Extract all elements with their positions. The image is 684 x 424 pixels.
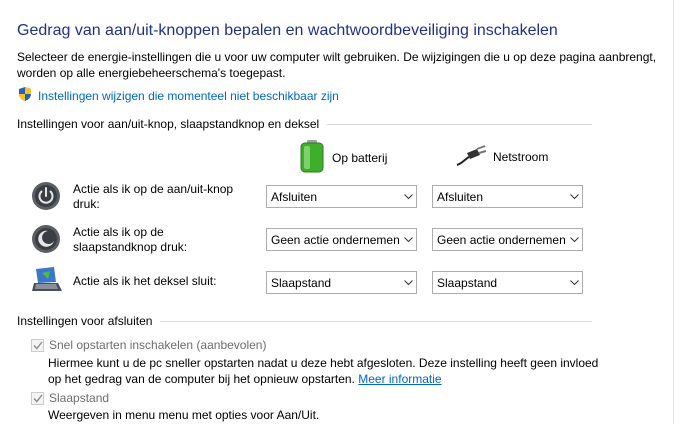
admin-settings-label: Instellingen wijzigen die momenteel niet… bbox=[38, 88, 339, 103]
sleep-label: Slaapstand bbox=[49, 391, 110, 405]
fast-startup-checkbox[interactable]: Snel opstarten inschakelen (aanbevolen) bbox=[31, 338, 266, 352]
admin-settings-link[interactable]: Instellingen wijzigen die momenteel niet… bbox=[17, 86, 339, 105]
column-battery: Op batterij bbox=[298, 139, 387, 176]
sleep-button-icon bbox=[30, 223, 62, 255]
section-divider bbox=[327, 123, 592, 125]
fast-startup-desc-line2: op het gedrag van de computer bij het op… bbox=[48, 371, 598, 387]
column-plugged: Netstroom bbox=[455, 143, 548, 170]
battery-icon bbox=[298, 139, 326, 176]
section-buttons: Instellingen voor aan/uit-knop, slaapsta… bbox=[17, 117, 592, 131]
section-divider bbox=[160, 320, 592, 322]
uac-shield-icon bbox=[17, 86, 33, 105]
fast-startup-desc-text: op het gedrag van de computer bij het op… bbox=[48, 372, 355, 386]
sleep-description: Weergeven in menu menu met opties voor A… bbox=[48, 408, 320, 422]
sleep-button-label: Actie als ik op de slaapstandknop druk: bbox=[73, 225, 188, 254]
power-button-icon bbox=[30, 180, 62, 212]
select-value: Geen actie ondernemen bbox=[271, 232, 400, 247]
chevron-down-icon bbox=[566, 236, 582, 243]
chevron-down-icon bbox=[400, 279, 416, 286]
power-button-label: Actie als ik op de aan/uit-knop druk: bbox=[73, 182, 234, 211]
checkmark-icon bbox=[32, 341, 43, 350]
select-value: Afsluiten bbox=[271, 189, 318, 204]
sleep-checkbox[interactable]: Slaapstand bbox=[31, 391, 109, 405]
select-value: Afsluiten bbox=[437, 189, 484, 204]
select-value: Slaapstand bbox=[271, 275, 332, 290]
intro-text: Selecteer de energie-instellingen die u … bbox=[17, 50, 657, 80]
power-plug-icon bbox=[455, 143, 487, 170]
chevron-down-icon bbox=[566, 279, 582, 286]
chevron-down-icon bbox=[400, 193, 416, 200]
lid-close-label: Actie als ik het deksel sluit: bbox=[73, 274, 217, 288]
column-plugged-label: Netstroom bbox=[493, 149, 549, 164]
chevron-down-icon bbox=[400, 236, 416, 243]
checkbox-box bbox=[31, 391, 44, 405]
more-info-link[interactable]: Meer informatie bbox=[358, 372, 441, 386]
column-battery-label: Op batterij bbox=[332, 150, 388, 165]
lid-close-battery-select[interactable]: Slaapstand bbox=[266, 271, 417, 294]
checkbox-box bbox=[31, 338, 44, 352]
power-button-plugged-select[interactable]: Afsluiten bbox=[432, 185, 583, 208]
select-value: Slaapstand bbox=[437, 275, 498, 290]
sleep-button-battery-select[interactable]: Geen actie ondernemen bbox=[266, 228, 417, 251]
section-shutdown: Instellingen voor afsluiten bbox=[17, 314, 592, 328]
checkmark-icon bbox=[32, 394, 43, 403]
window-edge bbox=[673, 0, 674, 424]
fast-startup-label: Snel opstarten inschakelen (aanbevolen) bbox=[49, 338, 267, 352]
select-value: Geen actie ondernemen bbox=[437, 232, 566, 247]
power-button-battery-select[interactable]: Afsluiten bbox=[266, 185, 417, 208]
chevron-down-icon bbox=[566, 193, 582, 200]
lid-close-plugged-select[interactable]: Slaapstand bbox=[432, 271, 583, 294]
section-buttons-header: Instellingen voor aan/uit-knop, slaapsta… bbox=[17, 117, 320, 131]
fast-startup-desc-line1: Hiermee kunt u de pc sneller opstarten n… bbox=[48, 356, 599, 370]
page-title: Gedrag van aan/uit-knoppen bepalen en wa… bbox=[17, 22, 558, 39]
sleep-button-plugged-select[interactable]: Geen actie ondernemen bbox=[432, 228, 583, 251]
fast-startup-description: Hiermee kunt u de pc sneller opstarten n… bbox=[48, 355, 598, 387]
laptop-lid-icon bbox=[30, 265, 62, 297]
section-shutdown-header: Instellingen voor afsluiten bbox=[17, 314, 153, 328]
